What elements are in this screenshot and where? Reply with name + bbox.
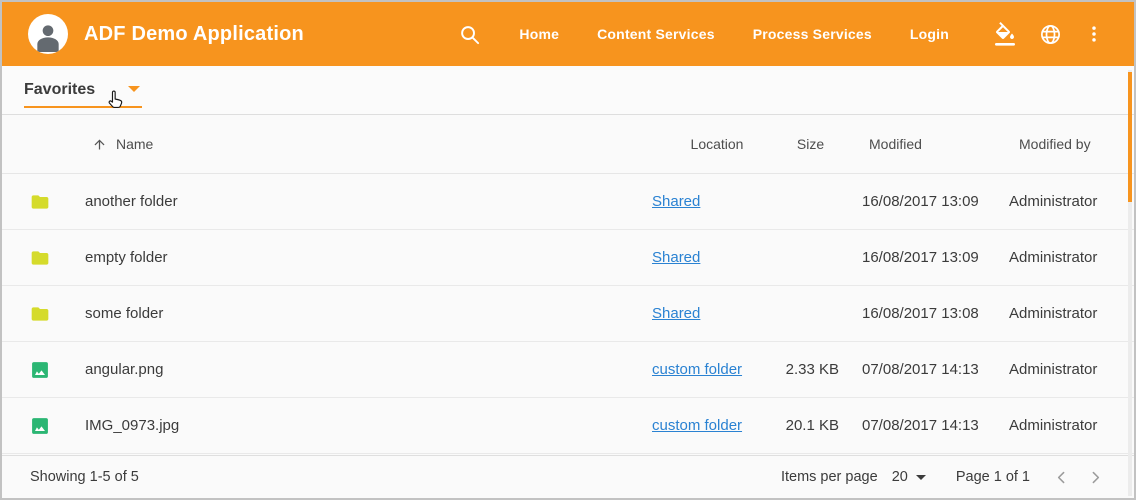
language-globe-icon[interactable]	[1039, 23, 1062, 46]
folder-icon	[30, 304, 85, 324]
modified-by: Administrator	[1007, 193, 1104, 210]
next-page-button[interactable]	[1078, 460, 1112, 494]
nav-process-services[interactable]: Process Services	[753, 26, 872, 42]
sort-ascending-icon	[92, 137, 107, 152]
folder-icon	[30, 248, 85, 268]
document-list: Name Location Size Modified Modified by	[2, 115, 1134, 454]
file-size: 2.33 KB	[782, 361, 857, 378]
location-link[interactable]: Shared	[652, 305, 700, 322]
column-header-size[interactable]: Size	[782, 136, 857, 152]
paginator: Showing 1-5 of 5 Items per page 20 Page …	[2, 455, 1134, 498]
search-icon[interactable]	[458, 23, 481, 46]
more-options-icon[interactable]	[1084, 23, 1104, 45]
chevron-down-icon	[916, 475, 926, 480]
view-selector-bar: Favorites	[2, 66, 1134, 115]
file-name[interactable]: angular.png	[85, 361, 652, 378]
column-header-name[interactable]: Name	[85, 136, 652, 152]
modified-date: 16/08/2017 13:09	[857, 249, 1007, 266]
chevron-left-icon	[1053, 469, 1070, 486]
column-header-modified[interactable]: Modified	[857, 136, 1007, 152]
table-row[interactable]: angular.png custom folder 2.33 KB 07/08/…	[2, 342, 1134, 398]
nav-content-services[interactable]: Content Services	[597, 26, 715, 42]
image-file-icon	[30, 416, 85, 436]
items-per-page-value: 20	[892, 469, 908, 485]
location-link[interactable]: custom folder	[652, 417, 742, 434]
file-size: 20.1 KB	[782, 417, 857, 434]
app-window: ADF Demo Application Home Content Servic…	[0, 0, 1136, 500]
modified-date: 07/08/2017 14:13	[857, 417, 1007, 434]
app-header: ADF Demo Application Home Content Servic…	[2, 2, 1134, 66]
table-row[interactable]: empty folder Shared 16/08/2017 13:09 Adm…	[2, 230, 1134, 286]
file-name[interactable]: IMG_0973.jpg	[85, 417, 652, 434]
items-per-page-select[interactable]: 20	[892, 469, 926, 485]
app-title: ADF Demo Application	[84, 23, 304, 46]
chevron-right-icon	[1087, 469, 1104, 486]
modified-date: 07/08/2017 14:13	[857, 361, 1007, 378]
folder-icon	[30, 192, 85, 212]
vertical-scrollbar-track[interactable]	[1128, 70, 1132, 496]
image-file-icon	[30, 360, 85, 380]
location-link[interactable]: Shared	[652, 249, 700, 266]
file-name[interactable]: empty folder	[85, 249, 652, 266]
modified-by: Administrator	[1007, 417, 1104, 434]
page-label: Page 1 of 1	[956, 469, 1030, 485]
view-select-value: Favorites	[24, 81, 95, 99]
file-name[interactable]: another folder	[85, 193, 652, 210]
table-body: another folder Shared 16/08/2017 13:09 A…	[2, 174, 1134, 454]
modified-date: 16/08/2017 13:09	[857, 193, 1007, 210]
items-per-page-label: Items per page	[781, 469, 878, 485]
column-header-location[interactable]: Location	[652, 136, 782, 152]
location-link[interactable]: custom folder	[652, 361, 742, 378]
modified-by: Administrator	[1007, 361, 1104, 378]
vertical-scrollbar-thumb[interactable]	[1128, 72, 1132, 202]
location-link[interactable]: Shared	[652, 193, 700, 210]
chevron-down-icon	[128, 86, 140, 92]
column-header-modified-by[interactable]: Modified by	[1007, 136, 1104, 152]
nav-home[interactable]: Home	[519, 26, 559, 42]
nav-login[interactable]: Login	[910, 26, 949, 42]
range-label: Showing 1-5 of 5	[30, 469, 139, 485]
table-row[interactable]: some folder Shared 16/08/2017 13:08 Admi…	[2, 286, 1134, 342]
user-avatar[interactable]	[28, 14, 68, 54]
table-header-row: Name Location Size Modified Modified by	[2, 115, 1134, 174]
modified-date: 16/08/2017 13:08	[857, 305, 1007, 322]
modified-by: Administrator	[1007, 305, 1104, 322]
table-row[interactable]: IMG_0973.jpg custom folder 20.1 KB 07/08…	[2, 398, 1134, 454]
theme-color-fill-icon[interactable]	[993, 22, 1017, 46]
previous-page-button[interactable]	[1044, 460, 1078, 494]
table-row[interactable]: another folder Shared 16/08/2017 13:09 A…	[2, 174, 1134, 230]
person-icon	[32, 19, 64, 53]
modified-by: Administrator	[1007, 249, 1104, 266]
file-name[interactable]: some folder	[85, 305, 652, 322]
view-select-dropdown[interactable]: Favorites	[24, 81, 142, 108]
